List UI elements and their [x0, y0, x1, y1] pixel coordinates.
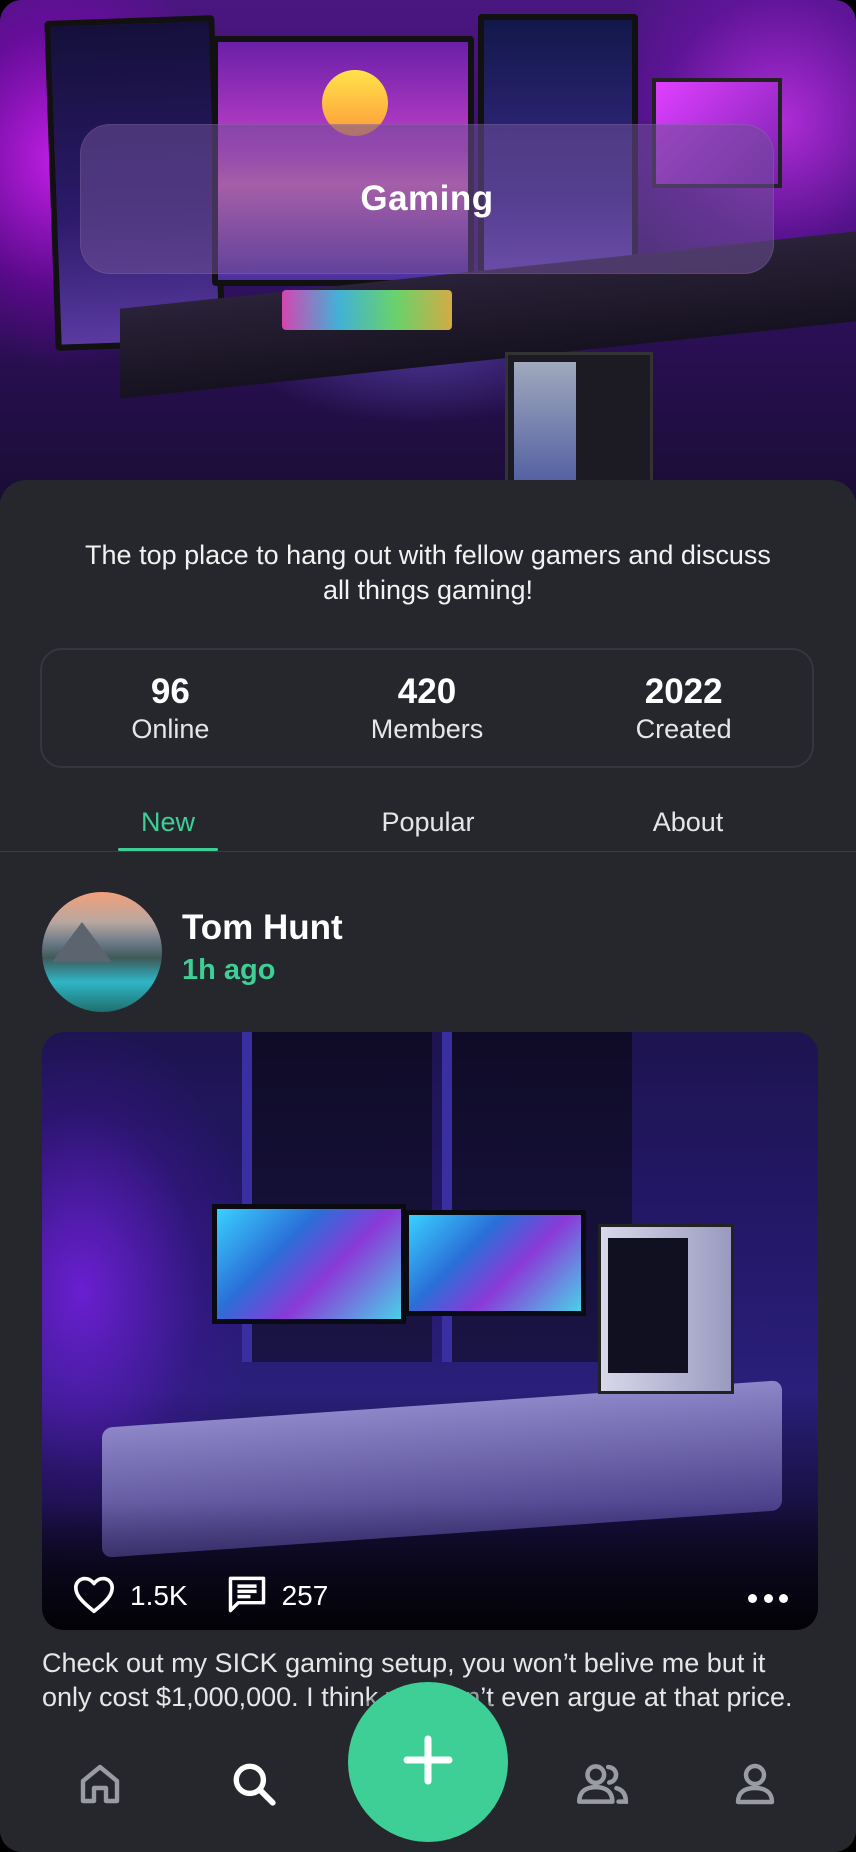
tab-popular[interactable]: Popular: [368, 802, 488, 852]
post-image-monitor-left: [212, 1204, 406, 1324]
friends-icon: [573, 1759, 631, 1813]
avatar-mountain: [52, 922, 112, 962]
add-icon: [400, 1732, 456, 1792]
stat-value: 420: [397, 671, 457, 711]
banner-pc-window: [514, 362, 576, 482]
community-description: The top place to hang out with fellow ga…: [85, 540, 771, 605]
tab-new[interactable]: New: [118, 802, 218, 852]
stat-label: Online: [131, 713, 210, 744]
community-stats: 96 Online 420 Members 2022 Created: [40, 648, 814, 768]
search-icon: [229, 1759, 279, 1813]
comment-icon: [226, 1574, 268, 1618]
community-sheet: The top place to hang out with fellow ga…: [0, 480, 856, 1852]
stat-online: 96 Online: [42, 650, 299, 766]
nav-profile[interactable]: [723, 1754, 787, 1818]
comment-button[interactable]: 257: [226, 1574, 329, 1618]
stat-label: Members: [370, 713, 484, 744]
stat-label: Created: [635, 713, 732, 744]
post-image[interactable]: [42, 1032, 818, 1630]
post-author[interactable]: Tom Hunt: [182, 908, 343, 948]
like-count: 1.5K: [130, 1580, 188, 1611]
post-time: 1h ago: [182, 954, 276, 986]
stat-value: 2022: [644, 671, 723, 711]
nav-friends[interactable]: [570, 1754, 634, 1818]
avatar[interactable]: [42, 892, 162, 1012]
tab-bar: New Popular About: [0, 802, 856, 852]
post-actions: 1.5K 257: [72, 1574, 366, 1618]
stat-value: 96: [150, 671, 190, 711]
post-image-pc-window: [608, 1238, 688, 1373]
nav-search[interactable]: [222, 1754, 286, 1818]
home-icon: [76, 1760, 124, 1812]
app-root: Gaming The top place to hang out with fe…: [0, 0, 856, 1852]
more-options-icon[interactable]: [748, 1580, 788, 1616]
tab-about[interactable]: About: [628, 802, 748, 852]
community-title-card: Gaming: [80, 124, 774, 274]
banner-keyboard: [282, 290, 452, 330]
stat-created: 2022 Created: [555, 650, 812, 766]
like-button[interactable]: 1.5K: [72, 1574, 188, 1618]
community-title: Gaming: [360, 179, 494, 218]
community-banner: Gaming: [0, 0, 856, 500]
comment-count: 257: [281, 1580, 329, 1611]
dot: [748, 1593, 757, 1603]
profile-icon: [731, 1759, 779, 1813]
create-post-button[interactable]: [348, 1682, 508, 1842]
dot: [763, 1593, 773, 1603]
heart-icon: [72, 1574, 116, 1618]
stat-members: 420 Members: [299, 650, 556, 766]
post-image-monitor-right: [404, 1210, 586, 1316]
nav-home[interactable]: [68, 1754, 132, 1818]
tab-active-indicator: [118, 848, 218, 851]
dot: [779, 1593, 788, 1603]
